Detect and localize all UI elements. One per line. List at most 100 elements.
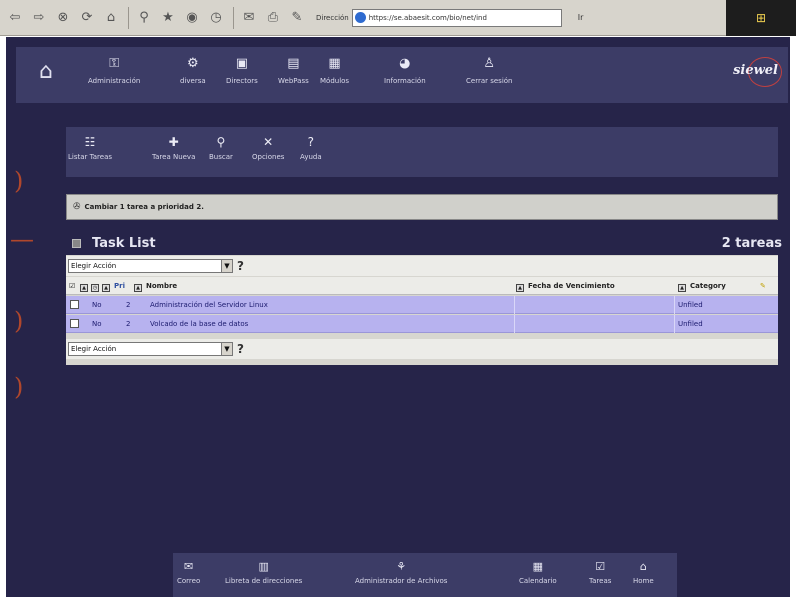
task-list-title: Task List <box>92 236 156 251</box>
column-category[interactable]: Category <box>690 282 726 290</box>
address-label: Dirección <box>316 13 349 22</box>
forward-icon[interactable]: ⇨ <box>28 7 50 29</box>
new-category-icon[interactable]: ✎ <box>760 282 766 290</box>
row-status: No <box>92 320 102 328</box>
nav-item-modulos[interactable]: ▦ Módulos <box>320 55 349 85</box>
filemanager-icon: ⚘ <box>396 560 407 573</box>
dock-label: Libreta de direcciones <box>225 577 303 585</box>
column-nombre[interactable]: Nombre <box>146 282 177 290</box>
tools-icon: ⚙ <box>187 56 199 71</box>
row-checkbox[interactable] <box>70 319 79 328</box>
nav-item-informacion[interactable]: ◕ Información <box>384 55 426 85</box>
options-icon: ✕ <box>263 135 274 149</box>
subnav-label: Tarea Nueva <box>152 153 196 161</box>
subnav-opciones[interactable]: ✕ Opciones <box>252 133 284 161</box>
sort-priority-icon[interactable]: ▲ <box>102 282 111 292</box>
nav-item-diversa[interactable]: ⚙ diversa <box>180 55 206 85</box>
action-select[interactable]: Elegir Acción ▼ <box>68 259 233 273</box>
row-priority: 2 <box>126 320 131 328</box>
table-row[interactable]: No 2 Administración del Servidor Linux U… <box>66 296 778 314</box>
sort-status-icon[interactable]: ▲ <box>80 282 89 292</box>
browser-toolbar: ⇦ ⇨ ⊗ ⟳ ⌂ ⚲ ★ ◉ ◷ ✉ ⎙ ✎ Dirección https:… <box>0 0 796 36</box>
windows-logo-icon: ⊞ <box>726 0 796 36</box>
nav-label: WebPass <box>278 77 309 85</box>
dock-administrador-archivos[interactable]: ⚘ Administrador de Archivos <box>355 559 447 585</box>
ie-page-icon <box>354 11 366 23</box>
subnav-tarea-nueva[interactable]: ✚ Tarea Nueva <box>152 133 195 161</box>
media-icon[interactable]: ◉ <box>181 7 203 29</box>
select-all-check-icon[interactable]: ☑ <box>69 282 75 290</box>
print-icon[interactable]: ⎙ <box>262 7 284 29</box>
back-icon[interactable]: ⇦ <box>4 7 26 29</box>
nav-label: Administración <box>88 77 141 85</box>
edit-icon[interactable]: ✎ <box>286 7 308 29</box>
dock-tareas[interactable]: ☑ Tareas <box>589 559 611 585</box>
app-area: ⌂ ⚿ Administración ⚙ diversa ▣ Directors… <box>6 37 790 597</box>
nav-item-administracion[interactable]: ⚿ Administración <box>88 55 140 85</box>
sort-name-icon[interactable]: ▲ <box>134 282 143 292</box>
subnav-buscar[interactable]: ⚲ Buscar <box>209 133 233 161</box>
address-field[interactable]: https://se.abaesit.com/bio/net/ind <box>351 8 562 27</box>
handwritten-mark: ) <box>14 307 24 335</box>
task-count: 2 tareas <box>721 236 782 251</box>
subnav-label: Ayuda <box>300 153 322 161</box>
help-icon: ? <box>307 135 314 149</box>
dock-correo[interactable]: ✉ Correo <box>177 559 200 585</box>
dock-calendario[interactable]: ▦ Calendario <box>519 559 557 585</box>
dropdown-arrow-icon: ▼ <box>221 260 232 272</box>
task-table: Elegir Acción ▼ ? ☑ ▲ ◷ ▲ Pri ▲ Nombre ▲… <box>66 255 778 365</box>
table-row[interactable]: No 2 Volcado de la base de datos Unfiled <box>66 315 778 333</box>
collapse-icon[interactable] <box>72 239 81 248</box>
nav-item-directors[interactable]: ▣ Directors <box>226 55 258 85</box>
subnav-listar-tareas[interactable]: ☷ Listar Tareas <box>68 133 112 161</box>
dock-libreta-direcciones[interactable]: ▥ Libreta de direcciones <box>225 559 302 585</box>
subnav-label: Opciones <box>252 153 285 161</box>
dock-label: Tareas <box>589 577 612 585</box>
stop-icon[interactable]: ⊗ <box>52 7 74 29</box>
refresh-icon[interactable]: ⟳ <box>76 7 98 29</box>
subnav-label: Buscar <box>209 153 233 161</box>
action-select[interactable]: Elegir Acción ▼ <box>68 342 233 356</box>
home-browser-icon[interactable]: ⌂ <box>100 7 122 29</box>
subnav-label: Listar Tareas <box>68 153 113 161</box>
handwritten-mark: — <box>10 225 34 253</box>
task-list-header: Task List 2 tareas <box>66 235 782 255</box>
action-select-value: Elegir Acción <box>71 345 117 353</box>
action-help-icon[interactable]: ? <box>237 342 244 356</box>
row-name-link[interactable]: Volcado de la base de datos <box>150 320 248 328</box>
sort-due-icon[interactable]: ▲ <box>516 282 525 292</box>
toolbar-divider <box>233 6 234 29</box>
row-name-link[interactable]: Administración del Servidor Linux <box>150 301 268 309</box>
nav-label: Información <box>384 77 426 85</box>
handwritten-mark: ) <box>14 373 24 401</box>
nav-item-webpass[interactable]: ▤ WebPass <box>278 55 309 85</box>
mail-browser-icon[interactable]: ✉ <box>238 7 260 29</box>
modules-icon: ▦ <box>328 56 341 71</box>
table-header-row: ☑ ▲ ◷ ▲ Pri ▲ Nombre ▲ Fecha de Vencimie… <box>66 277 778 295</box>
status-message: ✇ Cambiar 1 tarea a prioridad 2. <box>66 194 778 220</box>
action-help-icon[interactable]: ? <box>237 259 244 273</box>
search-browser-icon[interactable]: ⚲ <box>133 7 155 29</box>
tasks-toolbar: ☷ Listar Tareas ✚ Tarea Nueva ⚲ Buscar ✕… <box>66 127 778 177</box>
history-icon[interactable]: ◷ <box>205 7 227 29</box>
brand-logo: siewel <box>733 63 778 78</box>
portal-home-icon[interactable]: ⌂ <box>32 61 60 83</box>
dock-label: Calendario <box>519 577 557 585</box>
nav-item-cerrar-sesion[interactable]: ♙ Cerrar sesión <box>466 55 512 85</box>
favorites-icon[interactable]: ★ <box>157 7 179 29</box>
action-select-value: Elegir Acción <box>71 262 117 270</box>
nav-label: Módulos <box>320 77 350 85</box>
directory-icon: ▣ <box>235 56 249 71</box>
column-pri[interactable]: Pri <box>114 282 125 290</box>
dock-label: Administrador de Archivos <box>355 577 448 585</box>
go-button[interactable]: Ir <box>578 13 584 22</box>
row-checkbox[interactable] <box>70 300 79 309</box>
subnav-ayuda[interactable]: ? Ayuda <box>300 133 322 161</box>
sort-category-icon[interactable]: ▲ <box>678 282 687 292</box>
column-fecha-vencimiento[interactable]: Fecha de Vencimiento <box>528 282 615 290</box>
sort-alarm-icon[interactable]: ◷ <box>91 282 100 292</box>
tasks-icon: ☑ <box>595 560 606 573</box>
dock-home[interactable]: ⌂ Home <box>633 559 654 585</box>
toolbar-divider <box>128 6 129 29</box>
action-row-bottom: Elegir Acción ▼ ? <box>66 339 778 359</box>
